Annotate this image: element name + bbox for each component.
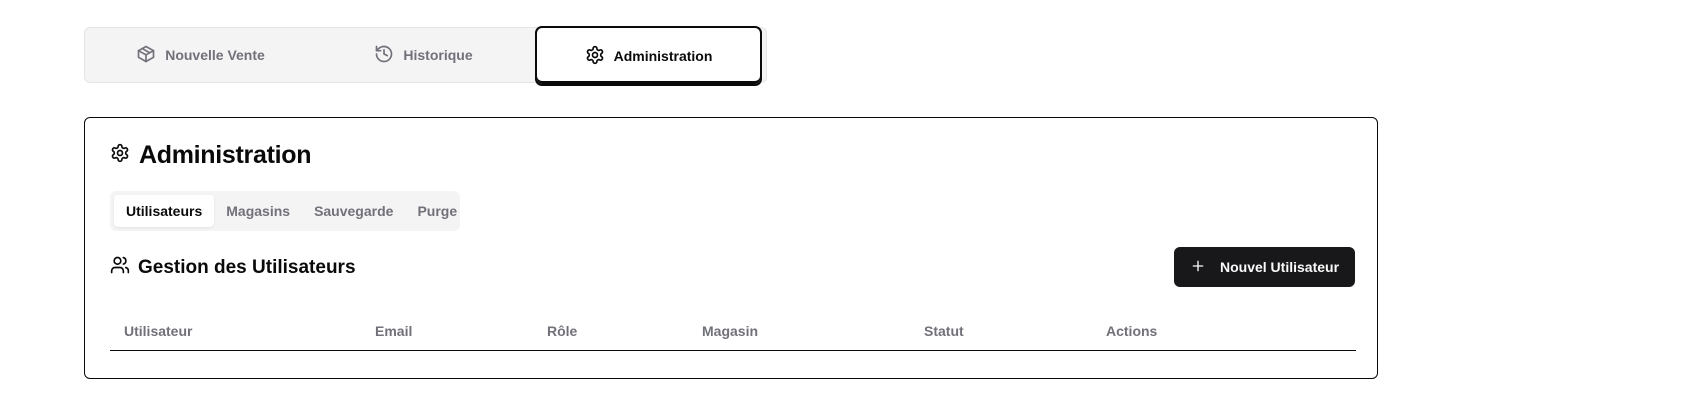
- column-header-role[interactable]: Rôle: [547, 323, 577, 339]
- administration-card: Administration Utilisateurs Magasins Sau…: [84, 117, 1378, 379]
- tab-label: Administration: [613, 48, 713, 64]
- column-header-email[interactable]: Email: [375, 323, 412, 339]
- tab-purge[interactable]: Purge: [405, 195, 469, 227]
- page-title: Administration: [110, 141, 312, 170]
- column-header-magasin[interactable]: Magasin: [702, 323, 758, 339]
- gear-icon: [110, 141, 130, 170]
- tab-nouvelle-vente[interactable]: Nouvelle Vente: [89, 31, 312, 79]
- column-header-statut[interactable]: Statut: [924, 323, 964, 339]
- history-icon: [374, 44, 394, 67]
- users-section-title: Gestion des Utilisateurs: [110, 255, 356, 281]
- tab-administration[interactable]: Administration: [535, 26, 762, 86]
- package-icon: [136, 44, 156, 67]
- tab-sauvegarde[interactable]: Sauvegarde: [302, 195, 405, 227]
- tab-magasins[interactable]: Magasins: [214, 195, 302, 227]
- main-tab-bar: Nouvelle Vente Historique Administration: [84, 26, 767, 86]
- column-header-actions[interactable]: Actions: [1106, 323, 1157, 339]
- tab-label: Historique: [403, 47, 473, 63]
- new-user-button[interactable]: Nouvel Utilisateur: [1174, 247, 1355, 287]
- new-user-button-label: Nouvel Utilisateur: [1219, 259, 1340, 275]
- tab-utilisateurs[interactable]: Utilisateurs: [114, 195, 215, 227]
- users-icon: [110, 255, 130, 281]
- admin-sub-tabs: Utilisateurs Magasins Sauvegarde Purge: [110, 191, 460, 231]
- column-header-utilisateur[interactable]: Utilisateur: [124, 323, 192, 339]
- users-table-header: Utilisateur Email Rôle Magasin Statut Ac…: [110, 311, 1356, 351]
- tab-historique[interactable]: Historique: [312, 31, 535, 79]
- page-title-text: Administration: [139, 141, 312, 169]
- plus-icon: [1190, 258, 1206, 277]
- gear-icon: [585, 45, 605, 68]
- section-title-text: Gestion des Utilisateurs: [138, 257, 356, 278]
- tab-label: Nouvelle Vente: [165, 47, 265, 63]
